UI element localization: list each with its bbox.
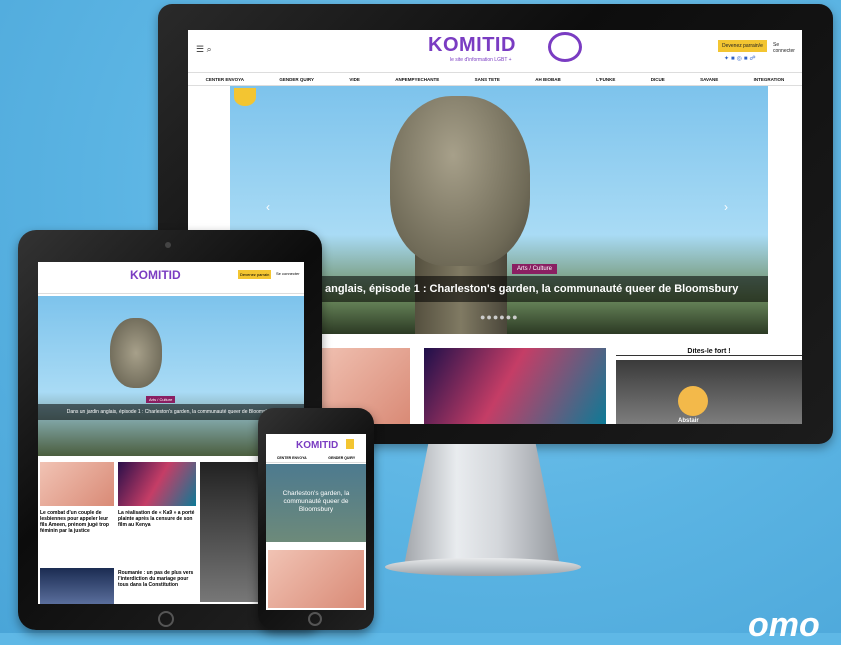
watermark: omo bbox=[748, 606, 820, 644]
phone-device: KOMITID CENTER ENVOYA GENDER QUIRY Charl… bbox=[258, 408, 374, 630]
nav-item[interactable]: ANPEMPYECHANTE bbox=[395, 77, 439, 82]
slider-dots[interactable]: ●●●●●● bbox=[480, 312, 519, 322]
main-nav: CENTER ENVOYA GENDER QUIRY VIDE ANPEMPYE… bbox=[188, 72, 802, 86]
login-link[interactable]: Se connecter bbox=[276, 271, 300, 276]
abstain-icon[interactable] bbox=[678, 386, 708, 416]
login-link[interactable]: Se connecter bbox=[773, 42, 802, 54]
donate-button[interactable] bbox=[346, 439, 354, 449]
article-card-image[interactable] bbox=[40, 462, 114, 506]
category-badge[interactable]: Arts / Culture bbox=[512, 264, 558, 274]
hero-title[interactable]: Charleston's garden, la communauté queer… bbox=[270, 490, 362, 514]
site-tagline: le site d'information LGBT + bbox=[450, 57, 512, 63]
nav-item[interactable]: CENTER ENVOYA bbox=[206, 77, 244, 82]
logo-mark-icon bbox=[548, 32, 582, 62]
sidebar-title: Dites-le fort ! bbox=[616, 348, 802, 356]
home-button-icon[interactable] bbox=[158, 611, 174, 627]
main-nav: CENTER ENVOYA GENDER QUIRY bbox=[266, 454, 366, 463]
nav-item[interactable]: SANS TETE bbox=[475, 77, 500, 82]
site-header: ☰ ⌕ KOMITID le site d'information LGBT +… bbox=[188, 30, 802, 72]
poll-label[interactable]: Abstair bbox=[678, 418, 699, 424]
home-button-icon[interactable] bbox=[308, 612, 322, 626]
nav-item[interactable]: SAVANE bbox=[700, 77, 718, 82]
nav-item[interactable]: GENDER QUIRY bbox=[328, 456, 355, 460]
article-headline[interactable]: Roumanie : un pas de plus vers l'interdi… bbox=[118, 570, 196, 588]
nav-item[interactable]: GENDER QUIRY bbox=[279, 77, 314, 82]
article-headline[interactable]: Le combat d'un couple de lesbiennes pour… bbox=[40, 510, 114, 534]
nav-item[interactable]: AH BIOBAB bbox=[535, 77, 561, 82]
site-logo[interactable]: KOMITID bbox=[296, 440, 338, 451]
category-badge[interactable]: Arts / Culture bbox=[146, 396, 176, 403]
menu-search-icons[interactable]: ☰ ⌕ bbox=[196, 44, 212, 55]
monitor-base bbox=[385, 558, 581, 576]
nav-item[interactable]: INTEGRATION bbox=[754, 77, 785, 82]
k-logo-icon bbox=[234, 88, 256, 106]
phone-screen: KOMITID CENTER ENVOYA GENDER QUIRY Charl… bbox=[266, 434, 366, 610]
poll-image[interactable]: Abstair bbox=[616, 360, 802, 424]
donate-button[interactable]: Devenez parrain bbox=[238, 270, 272, 279]
prev-arrow-icon[interactable]: ‹ bbox=[266, 200, 270, 214]
article-card-image[interactable] bbox=[424, 348, 606, 424]
nav-item[interactable]: L'FUNKE bbox=[596, 77, 615, 82]
camera-icon bbox=[165, 242, 171, 248]
main-nav[interactable] bbox=[38, 286, 304, 294]
sidebar-poll: Dites-le fort ! Abstair bbox=[616, 348, 802, 424]
donate-button[interactable]: Devenez parrain/e bbox=[718, 40, 767, 52]
article-card-image[interactable] bbox=[268, 550, 364, 608]
article-headline[interactable]: La réalisation de « Ka9 » a porté plaint… bbox=[118, 510, 196, 528]
statue-head-image bbox=[390, 96, 530, 266]
site-logo[interactable]: KOMITID bbox=[428, 34, 516, 57]
nav-item[interactable]: DICUE bbox=[651, 77, 665, 82]
nav-item[interactable]: CENTER ENVOYA bbox=[277, 456, 307, 460]
social-icons[interactable]: ✦■◎■☍ bbox=[724, 55, 758, 62]
statue-head-image bbox=[110, 318, 162, 388]
site-logo[interactable]: KOMITID bbox=[130, 268, 181, 282]
article-card-image[interactable] bbox=[118, 462, 196, 506]
article-card-image[interactable] bbox=[40, 568, 114, 604]
nav-item[interactable]: VIDE bbox=[349, 77, 360, 82]
next-arrow-icon[interactable]: › bbox=[724, 200, 728, 214]
hero-slider[interactable]: Charleston's garden, la communauté queer… bbox=[266, 464, 366, 542]
